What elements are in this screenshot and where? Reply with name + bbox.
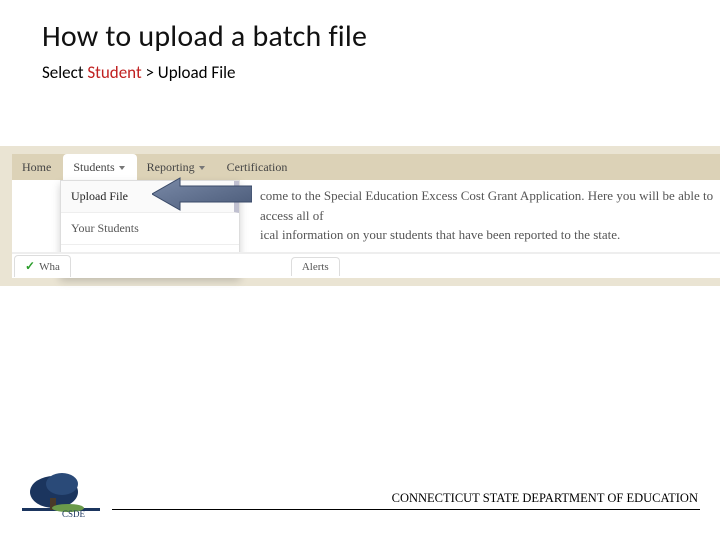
subtitle-rest: > Upload File bbox=[142, 62, 236, 83]
tabs-row: ✓ Wha Alerts bbox=[12, 252, 720, 278]
tab-whats-new[interactable]: ✓ Wha bbox=[14, 255, 71, 277]
tab-alerts-label: Alerts bbox=[302, 261, 329, 273]
logo-text: CSDE bbox=[62, 509, 86, 519]
nav-reporting-label: Reporting bbox=[147, 160, 195, 175]
slide-title: How to upload a batch file bbox=[42, 18, 367, 55]
slide-subtitle: Select Student > Upload File bbox=[42, 62, 236, 83]
footer-divider bbox=[112, 509, 700, 510]
welcome-line-2: ical information on your students that h… bbox=[260, 225, 714, 245]
dropdown-your-students[interactable]: Your Students bbox=[61, 213, 239, 245]
dropdown-upload-file[interactable]: Upload File bbox=[61, 181, 239, 213]
subtitle-select: Select bbox=[42, 62, 87, 83]
footer: CSDE CONNECTICUT STATE DEPARTMENT OF EDU… bbox=[22, 464, 700, 520]
nav-home[interactable]: Home bbox=[12, 154, 63, 180]
nav-reporting[interactable]: Reporting bbox=[137, 154, 217, 180]
chevron-down-icon bbox=[199, 166, 205, 170]
slide: How to upload a batch file Select Studen… bbox=[0, 0, 720, 540]
nav-students-label: Students bbox=[73, 160, 114, 175]
chevron-down-icon bbox=[119, 166, 125, 170]
csde-logo: CSDE bbox=[22, 464, 100, 520]
tab-whats-new-label: Wha bbox=[39, 261, 60, 273]
footer-text: CONNECTICUT STATE DEPARTMENT OF EDUCATIO… bbox=[392, 491, 698, 506]
app-screenshot: Home Students Reporting Certification Up… bbox=[0, 146, 720, 286]
welcome-text: come to the Special Education Excess Cos… bbox=[260, 186, 714, 245]
tab-alerts[interactable]: Alerts bbox=[291, 257, 340, 276]
nav-certification[interactable]: Certification bbox=[217, 154, 300, 180]
subtitle-student: Student bbox=[87, 62, 141, 83]
nav-home-label: Home bbox=[22, 160, 51, 175]
check-icon: ✓ bbox=[25, 259, 35, 274]
welcome-line-1: come to the Special Education Excess Cos… bbox=[260, 186, 714, 225]
nav-certification-label: Certification bbox=[227, 160, 288, 175]
top-nav: Home Students Reporting Certification bbox=[12, 154, 720, 180]
app-window: Home Students Reporting Certification Up… bbox=[12, 154, 720, 278]
nav-students[interactable]: Students bbox=[63, 154, 136, 180]
